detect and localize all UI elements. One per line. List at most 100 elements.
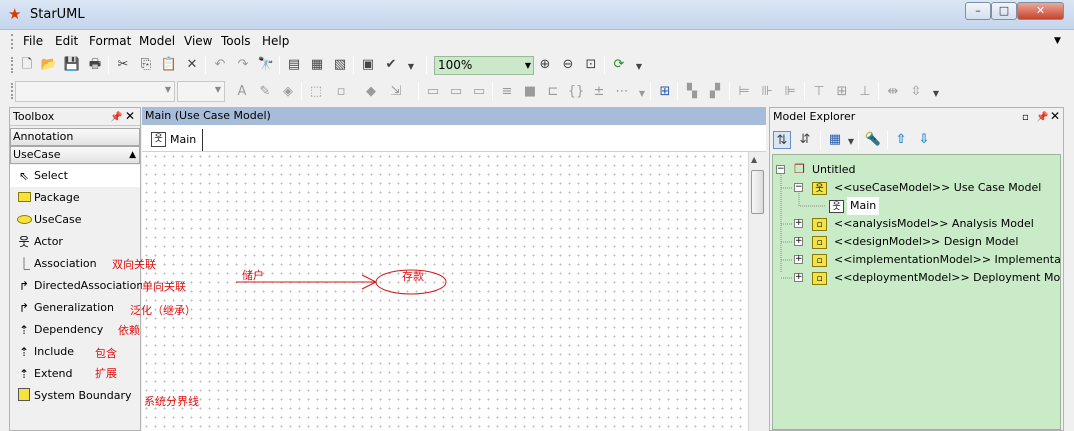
cut-icon[interactable]: ✂ <box>114 56 132 74</box>
auto-resize-icon[interactable]: ⇲ <box>387 83 405 101</box>
collapse-arrow-icon[interactable]: ▲ <box>129 147 136 163</box>
menu-help[interactable]: Help <box>262 34 289 48</box>
show-operations-icon[interactable]: ▭ <box>447 83 465 101</box>
diagram-canvas[interactable] <box>142 152 748 431</box>
braces-icon[interactable]: {} <box>567 83 585 101</box>
open-folder-icon[interactable]: 📂 <box>40 56 58 74</box>
tree-node-main-diagram[interactable]: 웃 Main <box>829 197 1056 215</box>
menu-format[interactable]: Format <box>89 34 131 48</box>
menu-view[interactable]: View <box>184 34 212 48</box>
menu-file[interactable]: File <box>23 34 43 48</box>
refresh-icon[interactable]: ⟳ <box>610 56 628 74</box>
menu-overflow-icon[interactable]: ▼ <box>1054 36 1061 46</box>
ungroup-icon[interactable]: ▞ <box>706 83 724 101</box>
suppress-attributes-icon[interactable]: ◆ <box>362 83 380 101</box>
find-binoculars-icon[interactable]: 🔭 <box>257 56 275 74</box>
tree-node-root[interactable]: − ❒ Untitled <box>776 161 1056 179</box>
zoom-fit-icon[interactable]: ⊡ <box>582 56 600 74</box>
redo-icon[interactable]: ↷ <box>234 56 252 74</box>
sort-by-name-icon[interactable]: ⇵ <box>796 131 814 149</box>
restore-icon[interactable]: ▫ <box>1022 109 1029 126</box>
font-name-select[interactable]: ▼ <box>15 81 175 102</box>
tool-generalization[interactable]: ↱ Generalization <box>10 297 140 319</box>
line-color-icon[interactable]: ✎ <box>256 83 274 101</box>
verify-model-icon[interactable]: ✔ <box>382 56 400 74</box>
font-size-select[interactable]: ▼ <box>177 81 225 102</box>
align-top-icon[interactable]: ⊤ <box>810 83 828 101</box>
space-horizontal-icon[interactable]: ⇹ <box>884 83 902 101</box>
tool-extend[interactable]: ⇡ Extend <box>10 363 140 385</box>
fill-color-icon[interactable]: ◈ <box>279 83 297 101</box>
category-annotation[interactable]: Annotation <box>10 128 140 146</box>
tool-directed-association[interactable]: ↱ DirectedAssociation <box>10 275 143 297</box>
send-back-icon[interactable]: ⊏ <box>544 83 562 101</box>
expand-icon[interactable]: + <box>794 255 803 264</box>
show-attributes-icon[interactable]: ▭ <box>470 83 488 101</box>
zoom-select[interactable]: 100% ▼ <box>434 56 534 75</box>
tool-actor[interactable]: 웃 Actor <box>10 231 140 253</box>
show-compartment-icon[interactable]: ▭ <box>424 83 442 101</box>
align-middle-icon[interactable]: ⊞ <box>833 83 851 101</box>
tool-package[interactable]: Package <box>10 187 140 209</box>
bring-front-icon[interactable]: ■ <box>521 83 539 101</box>
tab-main[interactable]: 웃 Main <box>148 129 204 151</box>
line-style-icon[interactable]: ⬚ <box>307 83 325 101</box>
visibility-icon[interactable]: ± <box>590 83 608 101</box>
pin-icon[interactable]: 📌 <box>110 109 122 126</box>
align-right-icon[interactable]: ⊫ <box>781 83 799 101</box>
group-icon[interactable]: ▚ <box>683 83 701 101</box>
export-image-icon[interactable]: ▣ <box>359 56 377 74</box>
align-bottom-icon[interactable]: ⊥ <box>856 83 874 101</box>
maximize-button[interactable]: □ <box>991 2 1017 20</box>
minimize-button[interactable]: – <box>965 2 991 20</box>
dropdown-arrow-icon[interactable]: ▼ <box>402 58 420 76</box>
close-button[interactable]: ✕ <box>1017 2 1064 20</box>
menu-tools[interactable]: Tools <box>221 34 251 48</box>
word-wrap-icon[interactable]: ≡ <box>498 83 516 101</box>
diagram-layout-icon[interactable]: ▧ <box>331 56 349 74</box>
layout-diagram-icon[interactable]: ⊞ <box>656 83 674 101</box>
tool-system-boundary[interactable]: System Boundary <box>10 385 140 407</box>
font-icon[interactable]: A <box>233 83 251 101</box>
scrollbar-thumb[interactable] <box>751 170 764 214</box>
vertical-scrollbar[interactable]: ▲ <box>748 152 766 431</box>
collapse-icon[interactable]: − <box>776 165 785 174</box>
dropdown-arrow-icon[interactable]: ▼ <box>927 85 945 103</box>
align-left-icon[interactable]: ⊨ <box>735 83 753 101</box>
zoom-out-icon[interactable]: ⊖ <box>559 56 577 74</box>
expand-icon[interactable]: + <box>794 237 803 246</box>
toolbar-grip[interactable] <box>11 57 14 73</box>
dropdown-arrow-icon[interactable]: ▼ <box>630 58 648 76</box>
menu-model[interactable]: Model <box>139 34 175 48</box>
dropdown-arrow-icon[interactable]: ▼ <box>633 85 651 103</box>
tool-select[interactable]: ⇖ Select <box>10 165 140 187</box>
tool-usecase[interactable]: UseCase <box>10 209 140 231</box>
tree-node-deployment-model[interactable]: + ▫ <<deploymentModel>> Deployment Model <box>794 269 1060 287</box>
move-down-icon[interactable]: ⇩ <box>915 131 933 149</box>
tree-node-analysis-model[interactable]: + ▫ <<analysisModel>> Analysis Model <box>794 215 1056 233</box>
undo-icon[interactable]: ↶ <box>211 56 229 74</box>
close-icon[interactable]: ✕ <box>125 108 135 125</box>
find-icon[interactable]: 🔦 <box>864 131 882 149</box>
category-usecase[interactable]: UseCase ▲ <box>10 146 140 164</box>
stereotype-display-icon[interactable]: ▫ <box>332 83 350 101</box>
model-tree[interactable]: − ❒ Untitled − 웃 <<useCaseModel>> Use Ca… <box>772 154 1061 430</box>
align-center-icon[interactable]: ⊪ <box>758 83 776 101</box>
diagram-properties-icon[interactable]: ▦ <box>308 56 326 74</box>
paste-icon[interactable]: 📋 <box>160 56 178 74</box>
space-vertical-icon[interactable]: ⇳ <box>907 83 925 101</box>
close-icon[interactable]: ✕ <box>1050 108 1060 125</box>
tree-node-design-model[interactable]: + ▫ <<designModel>> Design Model <box>794 233 1056 251</box>
move-up-icon[interactable]: ⇧ <box>892 131 910 149</box>
expand-icon[interactable]: + <box>794 273 803 282</box>
tree-node-implementation-model[interactable]: + ▫ <<implementationModel>> Implementati… <box>794 251 1060 269</box>
new-file-icon[interactable]: 🗋 <box>18 56 36 74</box>
tool-include[interactable]: ⇡ Include <box>10 341 140 363</box>
expand-icon[interactable]: + <box>794 219 803 228</box>
collapse-icon[interactable]: − <box>794 183 803 192</box>
add-diagram-icon[interactable]: ▤ <box>285 56 303 74</box>
scroll-up-icon[interactable]: ▲ <box>751 155 757 164</box>
copy-icon[interactable]: ⎘ <box>137 56 155 74</box>
save-icon[interactable]: 💾 <box>63 56 81 74</box>
menu-edit[interactable]: Edit <box>55 34 78 48</box>
